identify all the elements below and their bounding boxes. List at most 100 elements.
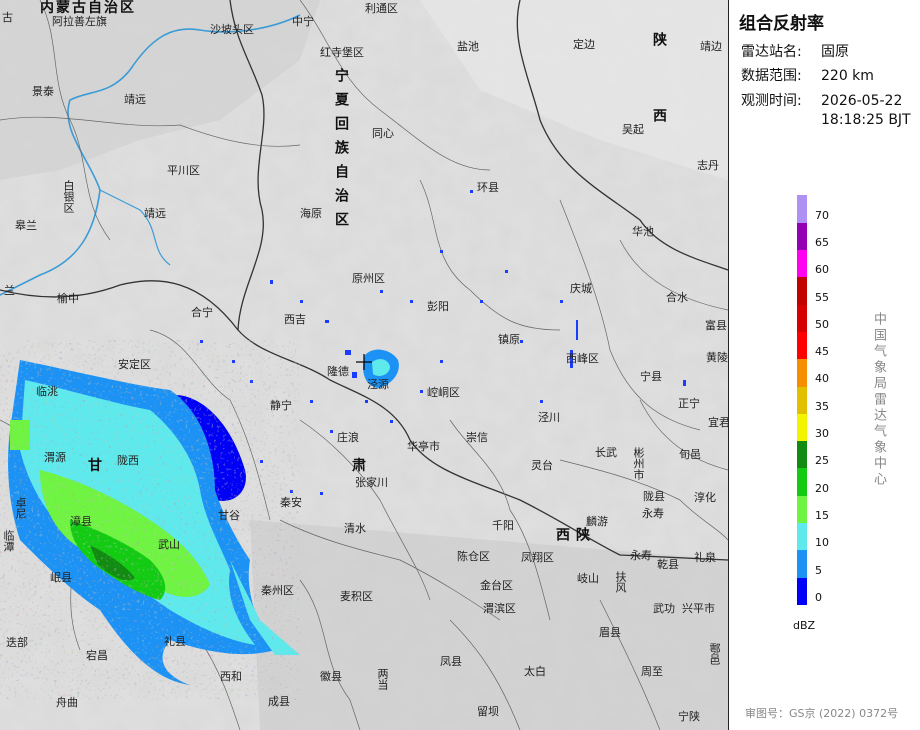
legend-tick-label: 0 [815, 590, 822, 604]
place-label: 富县 [705, 319, 727, 332]
place-label: 环县 [477, 181, 499, 194]
place-label: 陇县 [643, 490, 665, 503]
place-label: 合水 [666, 291, 688, 304]
legend-tick-label: 50 [815, 317, 829, 331]
place-label: 凤翔区 [521, 551, 554, 564]
place-label: 红寺堡区 [320, 46, 364, 59]
place-label: 西和 [220, 670, 242, 683]
place-label: 宕昌 [86, 649, 108, 662]
place-label: 武功 [653, 602, 675, 615]
place-label: 陈仓区 [457, 550, 490, 563]
product-title: 组合反射率 [739, 14, 824, 34]
legend-swatch [797, 249, 807, 278]
place-label: 宁县 [640, 370, 662, 383]
place-label: 临潭 [2, 530, 15, 552]
legend-swatch [797, 577, 807, 605]
place-label: 周至 [641, 665, 663, 678]
station-label: 雷达站名: [741, 44, 802, 60]
legend-tick-label: 10 [815, 536, 829, 550]
place-label: 兰 [4, 284, 15, 297]
place-label: 崆峒区 [427, 386, 460, 399]
legend-tick-label: 55 [815, 290, 829, 304]
place-label: 宜君 [708, 416, 729, 429]
place-label: 鄠邑 [708, 643, 721, 665]
legend-swatch [797, 386, 807, 414]
time-clock-row: 18:18:25 BJT [821, 112, 911, 129]
place-label: 阿拉善左旗 [52, 15, 107, 28]
place-label: 金台区 [480, 579, 513, 592]
legend-swatch [797, 413, 807, 442]
place-label: 漳县 [70, 515, 92, 528]
place-label: 兴平市 [682, 602, 715, 615]
legend-tick-label: 70 [815, 208, 829, 222]
place-label: 眉县 [599, 626, 621, 639]
place-label: 张家川 [355, 476, 388, 489]
place-label: 镇原 [498, 333, 520, 346]
range-value: 220 km [821, 68, 874, 84]
legend-swatch [797, 195, 807, 223]
legend-tick-label: 45 [815, 345, 829, 359]
radar-page: 阿拉善左旗 沙坡头区 中宁 利通区 盐池 定边 靖边 古 景泰 靖远 红寺堡区 … [0, 0, 920, 730]
place-label: 西峰区 [566, 352, 599, 365]
place-label: 永寿 [630, 549, 652, 562]
place-label: 庆城 [570, 282, 592, 295]
legend-unit: dBZ [793, 619, 816, 632]
place-label: 皋兰 [15, 219, 37, 232]
place-label: 平川区 [167, 164, 200, 177]
legend-tick-label: 30 [815, 427, 829, 441]
place-label: 华亭市 [407, 440, 440, 453]
place-label: 正宁 [678, 397, 700, 410]
place-label: 清水 [344, 522, 366, 535]
radar-map[interactable]: 阿拉善左旗 沙坡头区 中宁 利通区 盐池 定边 靖边 古 景泰 靖远 红寺堡区 … [0, 0, 729, 730]
place-label: 徽县 [320, 670, 342, 683]
place-label: 宁陕 [678, 710, 700, 723]
place-label: 礼泉 [694, 551, 716, 564]
place-label: 两当 [376, 668, 389, 690]
region-label-neimenggu: 内蒙古自治区 [40, 0, 136, 16]
time-date: 2026-05-22 [821, 93, 903, 109]
legend-tick-label: 65 [815, 235, 829, 249]
place-label: 榆中 [57, 292, 79, 305]
place-label: 利通区 [365, 2, 398, 15]
place-label: 安定区 [118, 358, 151, 371]
place-label: 合宁 [191, 306, 213, 319]
legend-tick-label: 5 [815, 563, 822, 577]
place-label: 静宁 [270, 399, 292, 412]
place-label: 千阳 [492, 519, 514, 532]
place-label: 成县 [268, 695, 290, 708]
legend-swatch [797, 276, 807, 305]
place-label: 秦州区 [261, 584, 294, 597]
legend-swatch [797, 549, 807, 578]
place-label: 泾川 [538, 411, 560, 424]
range-row: 数据范围: 220 km [741, 68, 874, 85]
place-label: 志丹 [697, 159, 719, 172]
place-label: 海原 [300, 207, 322, 220]
legend-swatch [797, 440, 807, 469]
place-label: 淳化 [694, 491, 716, 504]
place-label: 乾县 [657, 558, 679, 571]
place-label: 临洮 [36, 385, 58, 398]
legend-swatch [797, 468, 807, 496]
place-label: 中宁 [292, 15, 314, 28]
legend-tick-label: 15 [815, 508, 829, 522]
place-label: 迭部 [6, 636, 28, 649]
place-label: 永寿 [642, 507, 664, 520]
legend-tick-label: 25 [815, 454, 829, 468]
place-label: 岷县 [50, 571, 72, 584]
place-label: 舟曲 [56, 696, 78, 709]
time-label: 观测时间: [741, 93, 802, 109]
place-label: 盐池 [457, 40, 479, 53]
place-label: 沙坡头区 [210, 23, 254, 36]
place-label: 麦积区 [340, 590, 373, 603]
place-label: 西吉 [284, 313, 306, 326]
place-label: 庄浪 [337, 431, 359, 444]
place-label: 同心 [372, 127, 394, 140]
map-approval-number: 审图号：GS京 (2022) 0372号 [745, 707, 899, 720]
region-label-gansu: 甘肃 [88, 458, 616, 474]
station-row: 雷达站名: 固原 [741, 44, 849, 61]
place-label: 彬州市 [632, 447, 645, 480]
place-label: 渭滨区 [483, 602, 516, 615]
place-label: 秦安 [280, 496, 302, 509]
place-label: 定边 [573, 38, 595, 51]
legend-swatch [797, 495, 807, 524]
